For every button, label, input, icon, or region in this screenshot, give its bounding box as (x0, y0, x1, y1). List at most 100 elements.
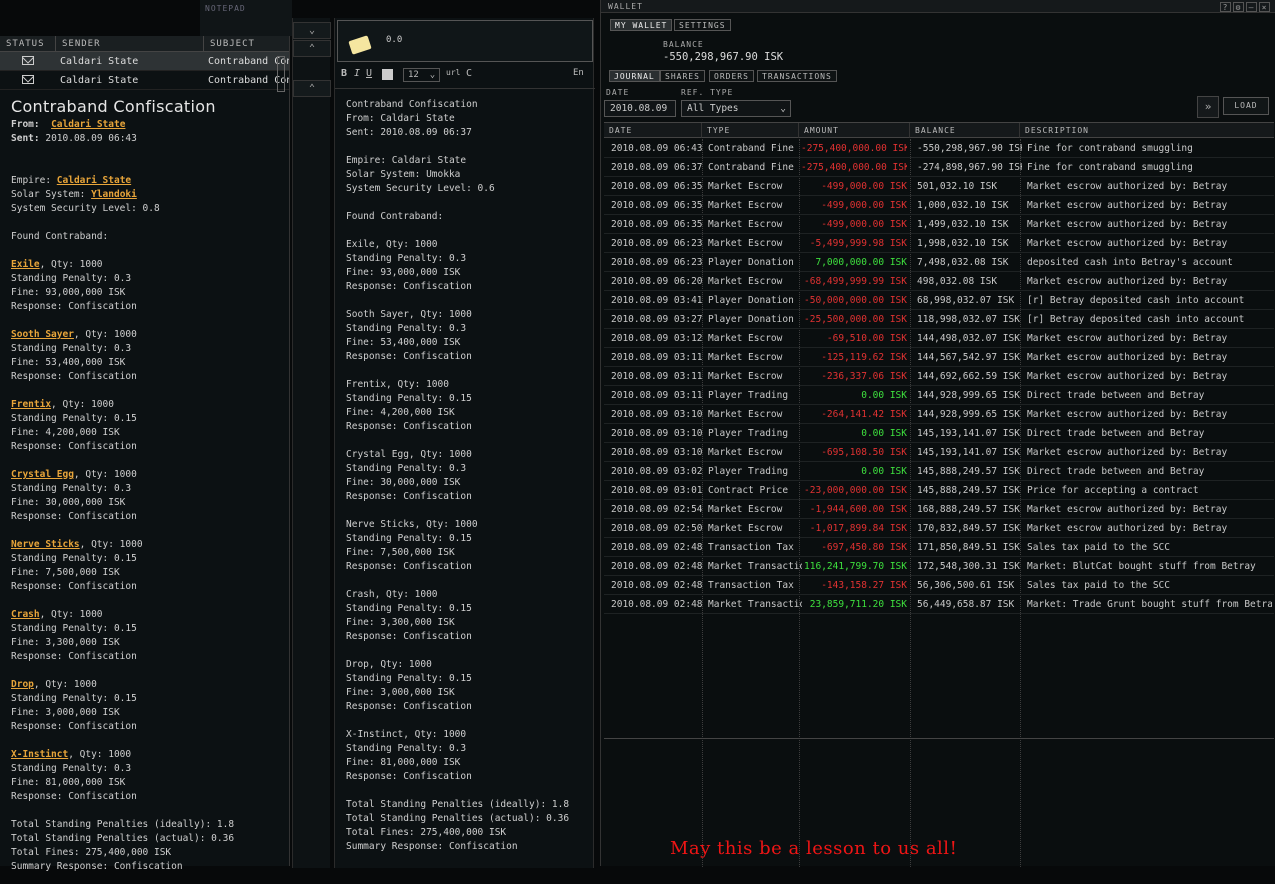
table-row[interactable]: 2010.08.09 03:11 Market Escrow -236,337.06… (604, 367, 1274, 386)
gear-icon[interactable]: ⚙ (1233, 2, 1244, 12)
response: Response: Confiscation (11, 511, 137, 522)
row-amount: -697,450.80 ISK (821, 542, 907, 553)
minimize-icon[interactable]: – (1246, 2, 1257, 12)
note-line: Total Fines: 275,400,000 ISK (346, 827, 507, 838)
column-date[interactable]: DATE (604, 123, 702, 138)
table-row[interactable]: 2010.08.09 06:37 Contraband Fine -275,400,… (604, 158, 1274, 177)
column-description[interactable]: DESCRIPTION (1020, 123, 1274, 138)
chevron-down-icon[interactable]: ⌄ (293, 22, 331, 39)
italic-button[interactable]: I (354, 68, 360, 79)
contraband-qty: , Qty: 1000 (51, 399, 114, 410)
table-row[interactable]: 2010.08.09 06:23 Player Donation 7,000,000… (604, 253, 1274, 272)
chevron-up-icon[interactable]: ⌃ (293, 80, 331, 97)
row-date: 2010.08.09 06:20 (611, 276, 703, 287)
table-row[interactable]: 2010.08.09 03:12 Market Escrow -69,510.00 … (604, 329, 1274, 348)
chevron-down-icon: ⌄ (429, 70, 436, 80)
note-body[interactable]: Contraband Confiscation From: Caldari Sta… (346, 98, 586, 854)
note-line: Sent: 2010.08.09 06:37 (346, 127, 472, 138)
date-field[interactable]: 2010.08.09 (604, 100, 676, 117)
tab-settings[interactable]: SETTINGS (674, 19, 731, 31)
system-link[interactable]: Ylandoki (91, 189, 137, 200)
chevron-up-icon[interactable]: ⌃ (293, 40, 331, 57)
tab-shares[interactable]: SHARES (660, 70, 705, 82)
table-row[interactable]: 2010.08.09 03:10 Player Trading 0.00 ISK 14… (604, 424, 1274, 443)
row-description: Market escrow authorized by: Betray (1027, 352, 1228, 363)
table-row[interactable]: 2010.08.09 03:10 Market Escrow -695,108.50… (604, 443, 1274, 462)
from-link[interactable]: Caldari State (51, 119, 125, 130)
empire-link[interactable]: Caldari State (57, 175, 131, 186)
row-type: Transaction Tax (708, 542, 794, 553)
row-description: Direct trade between and Betray (1027, 390, 1205, 401)
row-balance: -274,898,967.90 ISK (917, 162, 1022, 173)
contraband-link[interactable]: X-Instinct (11, 749, 68, 760)
bold-button[interactable]: B (341, 68, 347, 79)
row-type: Player Trading (708, 466, 789, 477)
divider (604, 738, 1274, 739)
table-row[interactable]: 2010.08.09 02:48 Market Transaction 116,24… (604, 557, 1274, 576)
font-size-select[interactable]: 12 ⌄ (403, 68, 441, 82)
column-subject[interactable]: SUBJECT (204, 36, 289, 51)
balance-value: -550,298,967.90 ISK (663, 51, 784, 63)
table-row[interactable]: 2010.08.09 06:35 Market Escrow -499,000.00… (604, 177, 1274, 196)
contraband-link[interactable]: Frentix (11, 399, 51, 410)
table-row[interactable]: 2010.08.09 06:35 Market Escrow -499,000.00… (604, 196, 1274, 215)
mail-row[interactable]: Caldari State Contraband Confiscation (0, 52, 289, 71)
column-status[interactable]: STATUS (0, 36, 56, 51)
table-row[interactable]: 2010.08.09 03:01 Contract Price -23,000,00… (604, 481, 1274, 500)
table-row[interactable]: 2010.08.09 06:20 Market Escrow -68,499,999… (604, 272, 1274, 291)
table-row[interactable]: 2010.08.09 06:43 Contraband Fine -275,400,… (604, 139, 1274, 158)
table-row[interactable]: 2010.08.09 02:54 Market Escrow -1,944,600.… (604, 500, 1274, 519)
contraband-link[interactable]: Nerve Sticks (11, 539, 80, 550)
url-button[interactable]: url (446, 68, 460, 77)
mail-list-scrollbar[interactable] (277, 56, 285, 92)
table-row[interactable]: 2010.08.09 03:27 Player Donation -25,500,0… (604, 310, 1274, 329)
table-row[interactable]: 2010.08.09 03:02 Player Trading 0.00 ISK 14… (604, 462, 1274, 481)
table-row[interactable]: 2010.08.09 02:48 Transaction Tax -143,158.… (604, 576, 1274, 595)
table-row[interactable]: 2010.08.09 03:11 Market Escrow -125,119.62… (604, 348, 1274, 367)
close-icon[interactable]: × (1259, 2, 1270, 12)
note-line: Drop, Qty: 1000 (346, 659, 432, 670)
underline-button[interactable]: U (366, 68, 372, 79)
contraband-link[interactable]: Crystal Egg (11, 469, 74, 480)
contraband-link[interactable]: Drop (11, 679, 34, 690)
tab-my-wallet[interactable]: MY WALLET (610, 19, 673, 31)
color-swatch-button[interactable] (382, 69, 393, 80)
column-amount[interactable]: AMOUNT (799, 123, 910, 138)
table-row[interactable]: 2010.08.09 06:23 Market Escrow -5,499,999.… (604, 234, 1274, 253)
table-row[interactable]: 2010.08.09 03:10 Market Escrow -264,141.42… (604, 405, 1274, 424)
mail-sender: Caldari State (60, 75, 139, 86)
table-row[interactable]: 2010.08.09 02:50 Market Escrow -1,017,899.… (604, 519, 1274, 538)
table-row[interactable]: 2010.08.09 03:41 Player Donation -50,000,0… (604, 291, 1274, 310)
note-line: Response: Confiscation (346, 421, 472, 432)
found-contraband-label: Found Contraband: (11, 231, 109, 242)
double-chevron-right-icon[interactable]: » (1197, 96, 1219, 118)
row-balance: 170,832,849.57 ISK (917, 523, 1020, 534)
row-type: Player Donation (708, 257, 794, 268)
table-row[interactable]: 2010.08.09 03:11 Player Trading 0.00 ISK 14… (604, 386, 1274, 405)
row-amount: -695,108.50 ISK (821, 447, 907, 458)
reftype-select[interactable]: All Types ⌄ (681, 100, 791, 117)
mail-row[interactable]: Caldari State Contraband Confiscation (0, 71, 289, 90)
row-date: 2010.08.09 02:48 (611, 561, 703, 572)
column-type[interactable]: TYPE (702, 123, 799, 138)
note-line: Standing Penalty: 0.3 (346, 323, 467, 334)
load-button[interactable]: LOAD (1223, 97, 1269, 115)
row-amount: 23,859,711.20 ISK (809, 599, 907, 610)
table-row[interactable]: 2010.08.09 02:48 Market Transaction 23,859… (604, 595, 1274, 614)
table-row[interactable]: 2010.08.09 06:35 Market Escrow -499,000.00… (604, 215, 1274, 234)
table-row[interactable]: 2010.08.09 02:48 Transaction Tax -697,450.… (604, 538, 1274, 557)
clear-format-button[interactable]: C (466, 68, 472, 79)
column-balance[interactable]: BALANCE (910, 123, 1020, 138)
tab-journal[interactable]: JOURNAL (609, 70, 660, 82)
column-sender[interactable]: SENDER (56, 36, 204, 51)
language-button[interactable]: En (573, 68, 584, 78)
contraband-link[interactable]: Exile (11, 259, 40, 270)
tab-transactions[interactable]: TRANSACTIONS (757, 70, 837, 82)
contraband-link[interactable]: Crash (11, 609, 40, 620)
row-balance: 144,498,032.07 ISK (917, 333, 1020, 344)
contraband-link[interactable]: Sooth Sayer (11, 329, 74, 340)
row-type: Contract Price (708, 485, 789, 496)
help-icon[interactable]: ? (1220, 2, 1231, 12)
tab-orders[interactable]: ORDERS (709, 70, 754, 82)
row-description: Market escrow authorized by: Betray (1027, 504, 1228, 515)
